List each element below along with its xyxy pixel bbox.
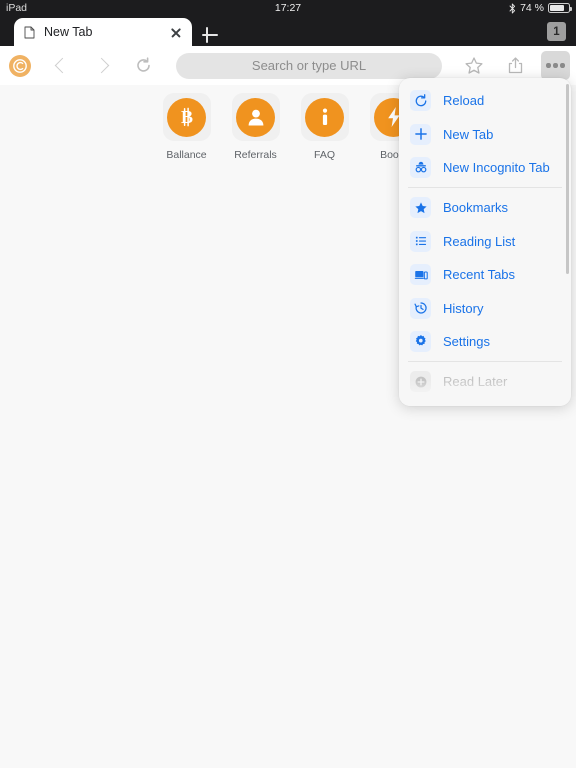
incognito-icon: [410, 156, 431, 178]
menu-item-label: Read Later: [443, 374, 508, 390]
menu-item-label: New Tab: [443, 126, 494, 142]
shortcut-label: Referrals: [234, 149, 277, 161]
shortcut-tile: [231, 93, 280, 141]
overflow-menu: Reload New Tab New Incognito Tab Bookmar…: [399, 78, 571, 406]
list-icon: [410, 230, 431, 252]
menu-item-reading-list[interactable]: Reading List: [399, 225, 571, 258]
bitcoin-icon: B: [167, 97, 206, 137]
shortcut-row: B Ballance Referrals FAQ Boost: [152, 93, 428, 161]
share-icon[interactable]: [500, 51, 530, 81]
status-indicators: 74 %: [509, 2, 572, 14]
menu-item-reload[interactable]: Reload: [399, 84, 571, 117]
menu-item-bookmarks[interactable]: Bookmarks: [399, 191, 571, 224]
shortcut-ballance[interactable]: B Ballance: [152, 93, 221, 161]
shortcut-tile: B: [162, 93, 211, 141]
menu-item-history[interactable]: History: [399, 291, 571, 324]
shortcut-label: Ballance: [166, 149, 207, 161]
tab-title: New Tab: [44, 25, 93, 39]
plus-icon: [410, 123, 431, 145]
plus-circle-icon: [410, 371, 431, 393]
battery-icon: [548, 3, 572, 13]
info-icon: [305, 97, 344, 137]
chevron-right-icon[interactable]: [89, 52, 117, 80]
menu-item-label: History: [443, 300, 484, 316]
menu-item-label: Reading List: [443, 233, 516, 249]
menu-item-new-tab[interactable]: New Tab: [399, 117, 571, 150]
status-clock: 17:27: [274, 2, 302, 14]
status-bar: iPad 17:27 74 %: [0, 0, 576, 16]
menu-item-label: Recent Tabs: [443, 267, 516, 283]
svg-text:B: B: [180, 107, 192, 127]
star-icon[interactable]: [459, 51, 489, 81]
reload-icon[interactable]: [129, 52, 157, 80]
tab-count-badge[interactable]: 1: [547, 22, 566, 41]
omnibox-placeholder: Search or type URL: [251, 58, 367, 73]
tab-strip: New Tab 1: [0, 16, 576, 46]
reload-icon: [410, 90, 431, 112]
browser-tab[interactable]: New Tab: [14, 18, 192, 46]
person-icon: [236, 97, 275, 137]
menu-divider: [408, 361, 562, 363]
overflow-menu-icon[interactable]: [541, 51, 570, 80]
search-input[interactable]: Search or type URL: [176, 52, 442, 79]
browser-logo-icon: [9, 54, 31, 77]
gear-icon: [410, 330, 431, 352]
chevron-left-icon[interactable]: [47, 52, 75, 80]
plus-icon[interactable]: [199, 24, 221, 46]
menu-item-label: Reload: [443, 93, 485, 109]
star-filled-icon: [410, 197, 431, 219]
page-icon: [24, 26, 35, 39]
menu-item-read-later: Read Later: [399, 365, 571, 398]
menu-item-label: New Incognito Tab: [443, 159, 550, 175]
shortcut-referrals[interactable]: Referrals: [221, 93, 290, 161]
menu-item-label: Bookmarks: [443, 200, 509, 216]
shortcut-faq[interactable]: FAQ: [290, 93, 359, 161]
shortcut-tile: [300, 93, 349, 141]
menu-divider: [408, 187, 562, 189]
history-clock-icon: [410, 297, 431, 319]
close-icon[interactable]: [168, 24, 184, 40]
battery-percentage: 74 %: [520, 2, 544, 14]
bluetooth-icon: [509, 3, 516, 14]
menu-item-new-incognito-tab[interactable]: New Incognito Tab: [399, 151, 571, 184]
devices-icon: [410, 264, 431, 286]
menu-item-label: Settings: [443, 333, 490, 349]
shortcut-label: FAQ: [313, 149, 335, 161]
menu-scrollbar[interactable]: [566, 84, 569, 274]
menu-item-recent-tabs[interactable]: Recent Tabs: [399, 258, 571, 291]
menu-item-settings[interactable]: Settings: [399, 325, 571, 358]
